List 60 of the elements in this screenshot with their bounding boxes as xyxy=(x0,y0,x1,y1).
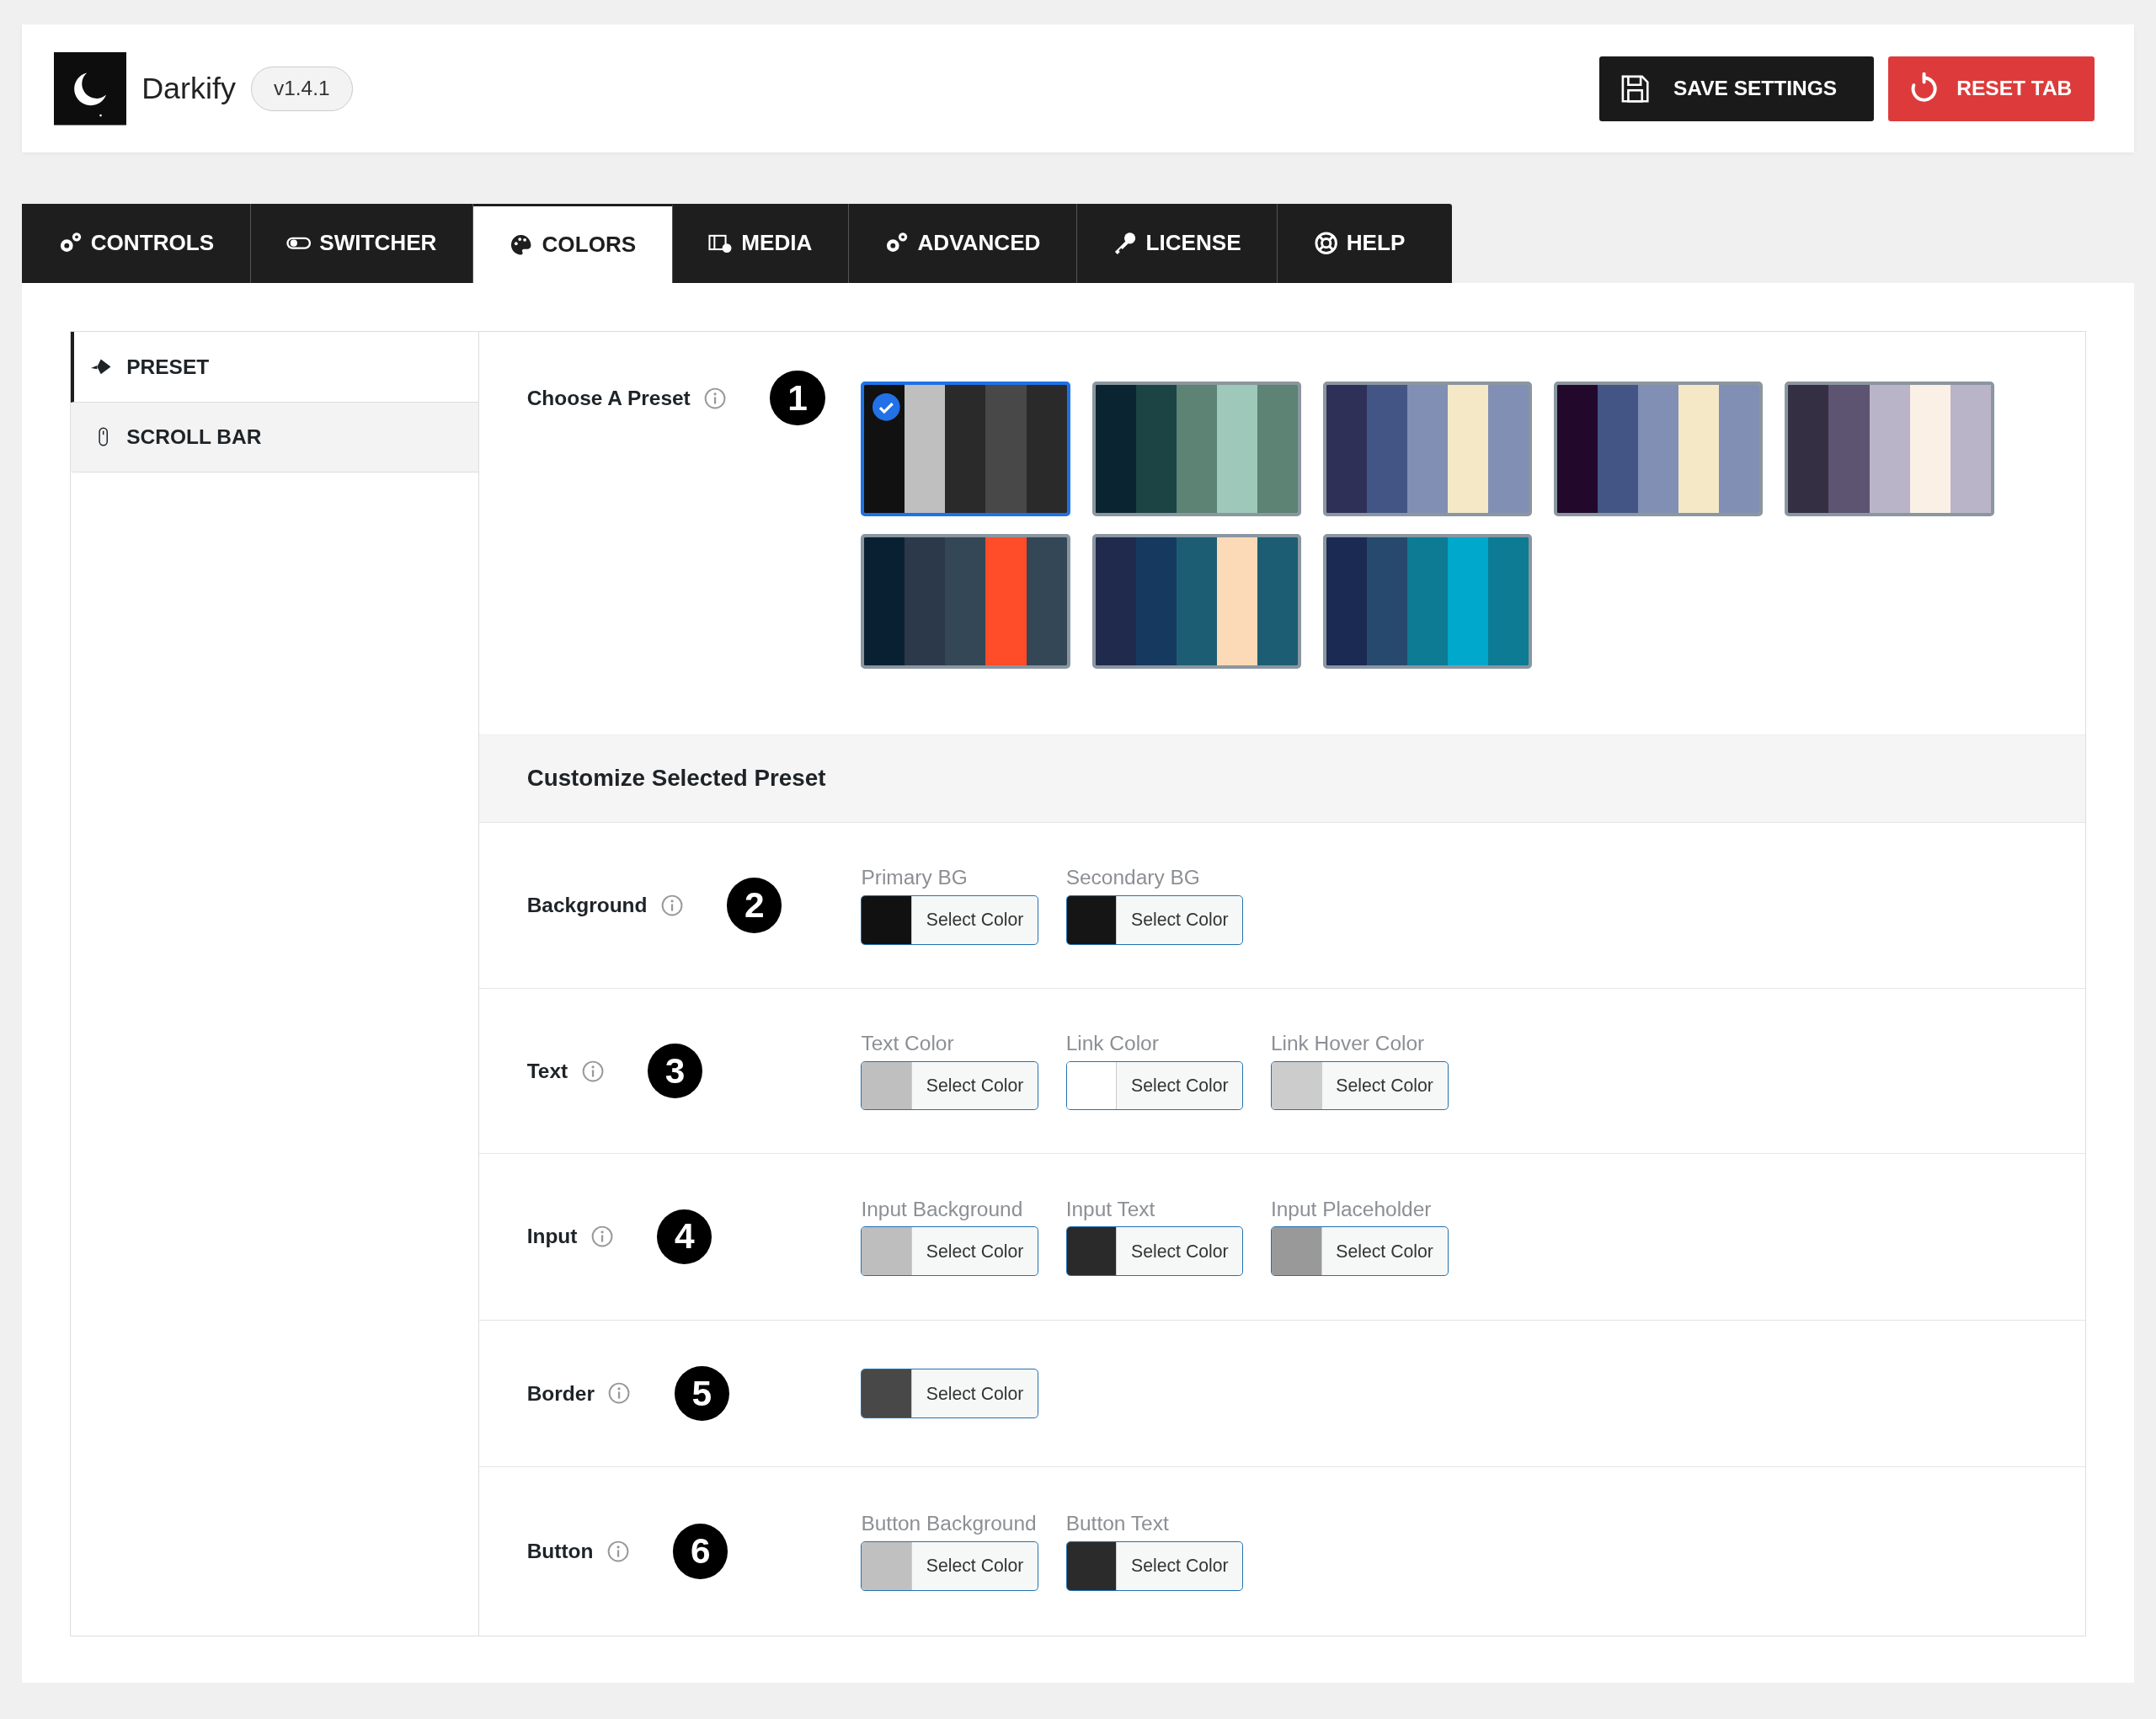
number-badge: 3 xyxy=(647,1044,703,1099)
preset-swatch[interactable] xyxy=(861,534,1070,670)
preset-swatch[interactable] xyxy=(1785,382,1994,517)
color-picker-button[interactable]: Select Color xyxy=(1065,894,1244,945)
color-picker-button[interactable]: Select Color xyxy=(1065,1226,1244,1277)
info-icon[interactable] xyxy=(704,387,727,409)
number-badge: 2 xyxy=(727,878,782,933)
field-label: Background xyxy=(526,893,648,917)
preset-swatch[interactable] xyxy=(1322,382,1533,517)
color-label: Secondary BG xyxy=(1065,866,1201,890)
color-picker-button[interactable]: Select Color xyxy=(1270,1226,1449,1277)
field-label: Text xyxy=(526,1059,568,1083)
color-label: Text Color xyxy=(861,1032,955,1056)
field-label: Border xyxy=(526,1381,595,1406)
color-picker-button[interactable]: Select Color xyxy=(1065,1060,1244,1111)
field-label: Input xyxy=(526,1225,578,1249)
number-badge: 5 xyxy=(674,1365,729,1422)
color-label: Button Background xyxy=(861,1512,1038,1536)
info-icon[interactable] xyxy=(590,1225,613,1248)
color-label: Input Text xyxy=(1065,1197,1156,1221)
color-label: Button Text xyxy=(1065,1512,1170,1536)
section-title: Customize Selected Preset xyxy=(526,765,826,793)
info-icon[interactable] xyxy=(608,1382,631,1405)
field-label: Choose A Preset xyxy=(526,386,691,410)
info-icon[interactable] xyxy=(660,894,683,916)
info-icon[interactable] xyxy=(581,1060,604,1082)
preset-swatch[interactable] xyxy=(1322,534,1533,670)
nav-tab[interactable]: CONTROLS xyxy=(22,203,251,284)
nav-tab[interactable]: COLORS xyxy=(472,203,673,284)
field-label: Button xyxy=(526,1539,594,1563)
color-label: Input Background xyxy=(861,1197,1024,1221)
color-label: Link Hover Color xyxy=(1270,1032,1426,1056)
color-picker-button[interactable]: Select Color xyxy=(861,1369,1038,1418)
color-label: Input Placeholder xyxy=(1270,1197,1433,1221)
check-icon xyxy=(873,393,900,421)
number-badge: 1 xyxy=(770,371,825,426)
moon-logo-icon xyxy=(53,52,127,125)
color-label: Link Color xyxy=(1065,1032,1160,1056)
preset-swatch[interactable] xyxy=(1091,382,1301,517)
sidebar-item[interactable]: SCROLL BAR xyxy=(71,402,478,472)
version-badge: v1.4.1 xyxy=(250,66,353,111)
color-picker-button[interactable]: Select Color xyxy=(861,1540,1038,1591)
number-badge: 4 xyxy=(657,1209,712,1265)
preset-swatch[interactable] xyxy=(1091,534,1301,670)
info-icon[interactable] xyxy=(606,1540,629,1562)
color-picker-button[interactable]: Select Color xyxy=(1270,1060,1449,1111)
lifebuoy-icon xyxy=(1313,231,1338,256)
key-icon xyxy=(1113,231,1138,256)
color-picker-button[interactable]: Select Color xyxy=(861,1226,1038,1277)
number-badge: 6 xyxy=(673,1524,728,1579)
color-picker-button[interactable]: Select Color xyxy=(861,1060,1038,1111)
app-name: Darkify xyxy=(141,71,236,107)
sidebar-item[interactable]: PRESET xyxy=(71,332,478,403)
color-picker-button[interactable]: Select Color xyxy=(1065,1540,1244,1591)
color-picker-button[interactable]: Select Color xyxy=(861,894,1038,945)
color-label: Primary BG xyxy=(861,866,969,890)
preset-swatch[interactable] xyxy=(1554,382,1764,517)
save-settings-button[interactable]: SAVE SETTINGS xyxy=(1598,56,1875,121)
reset-tab-button[interactable]: RESET TAB xyxy=(1887,56,2095,121)
preset-swatch[interactable] xyxy=(861,382,1070,517)
